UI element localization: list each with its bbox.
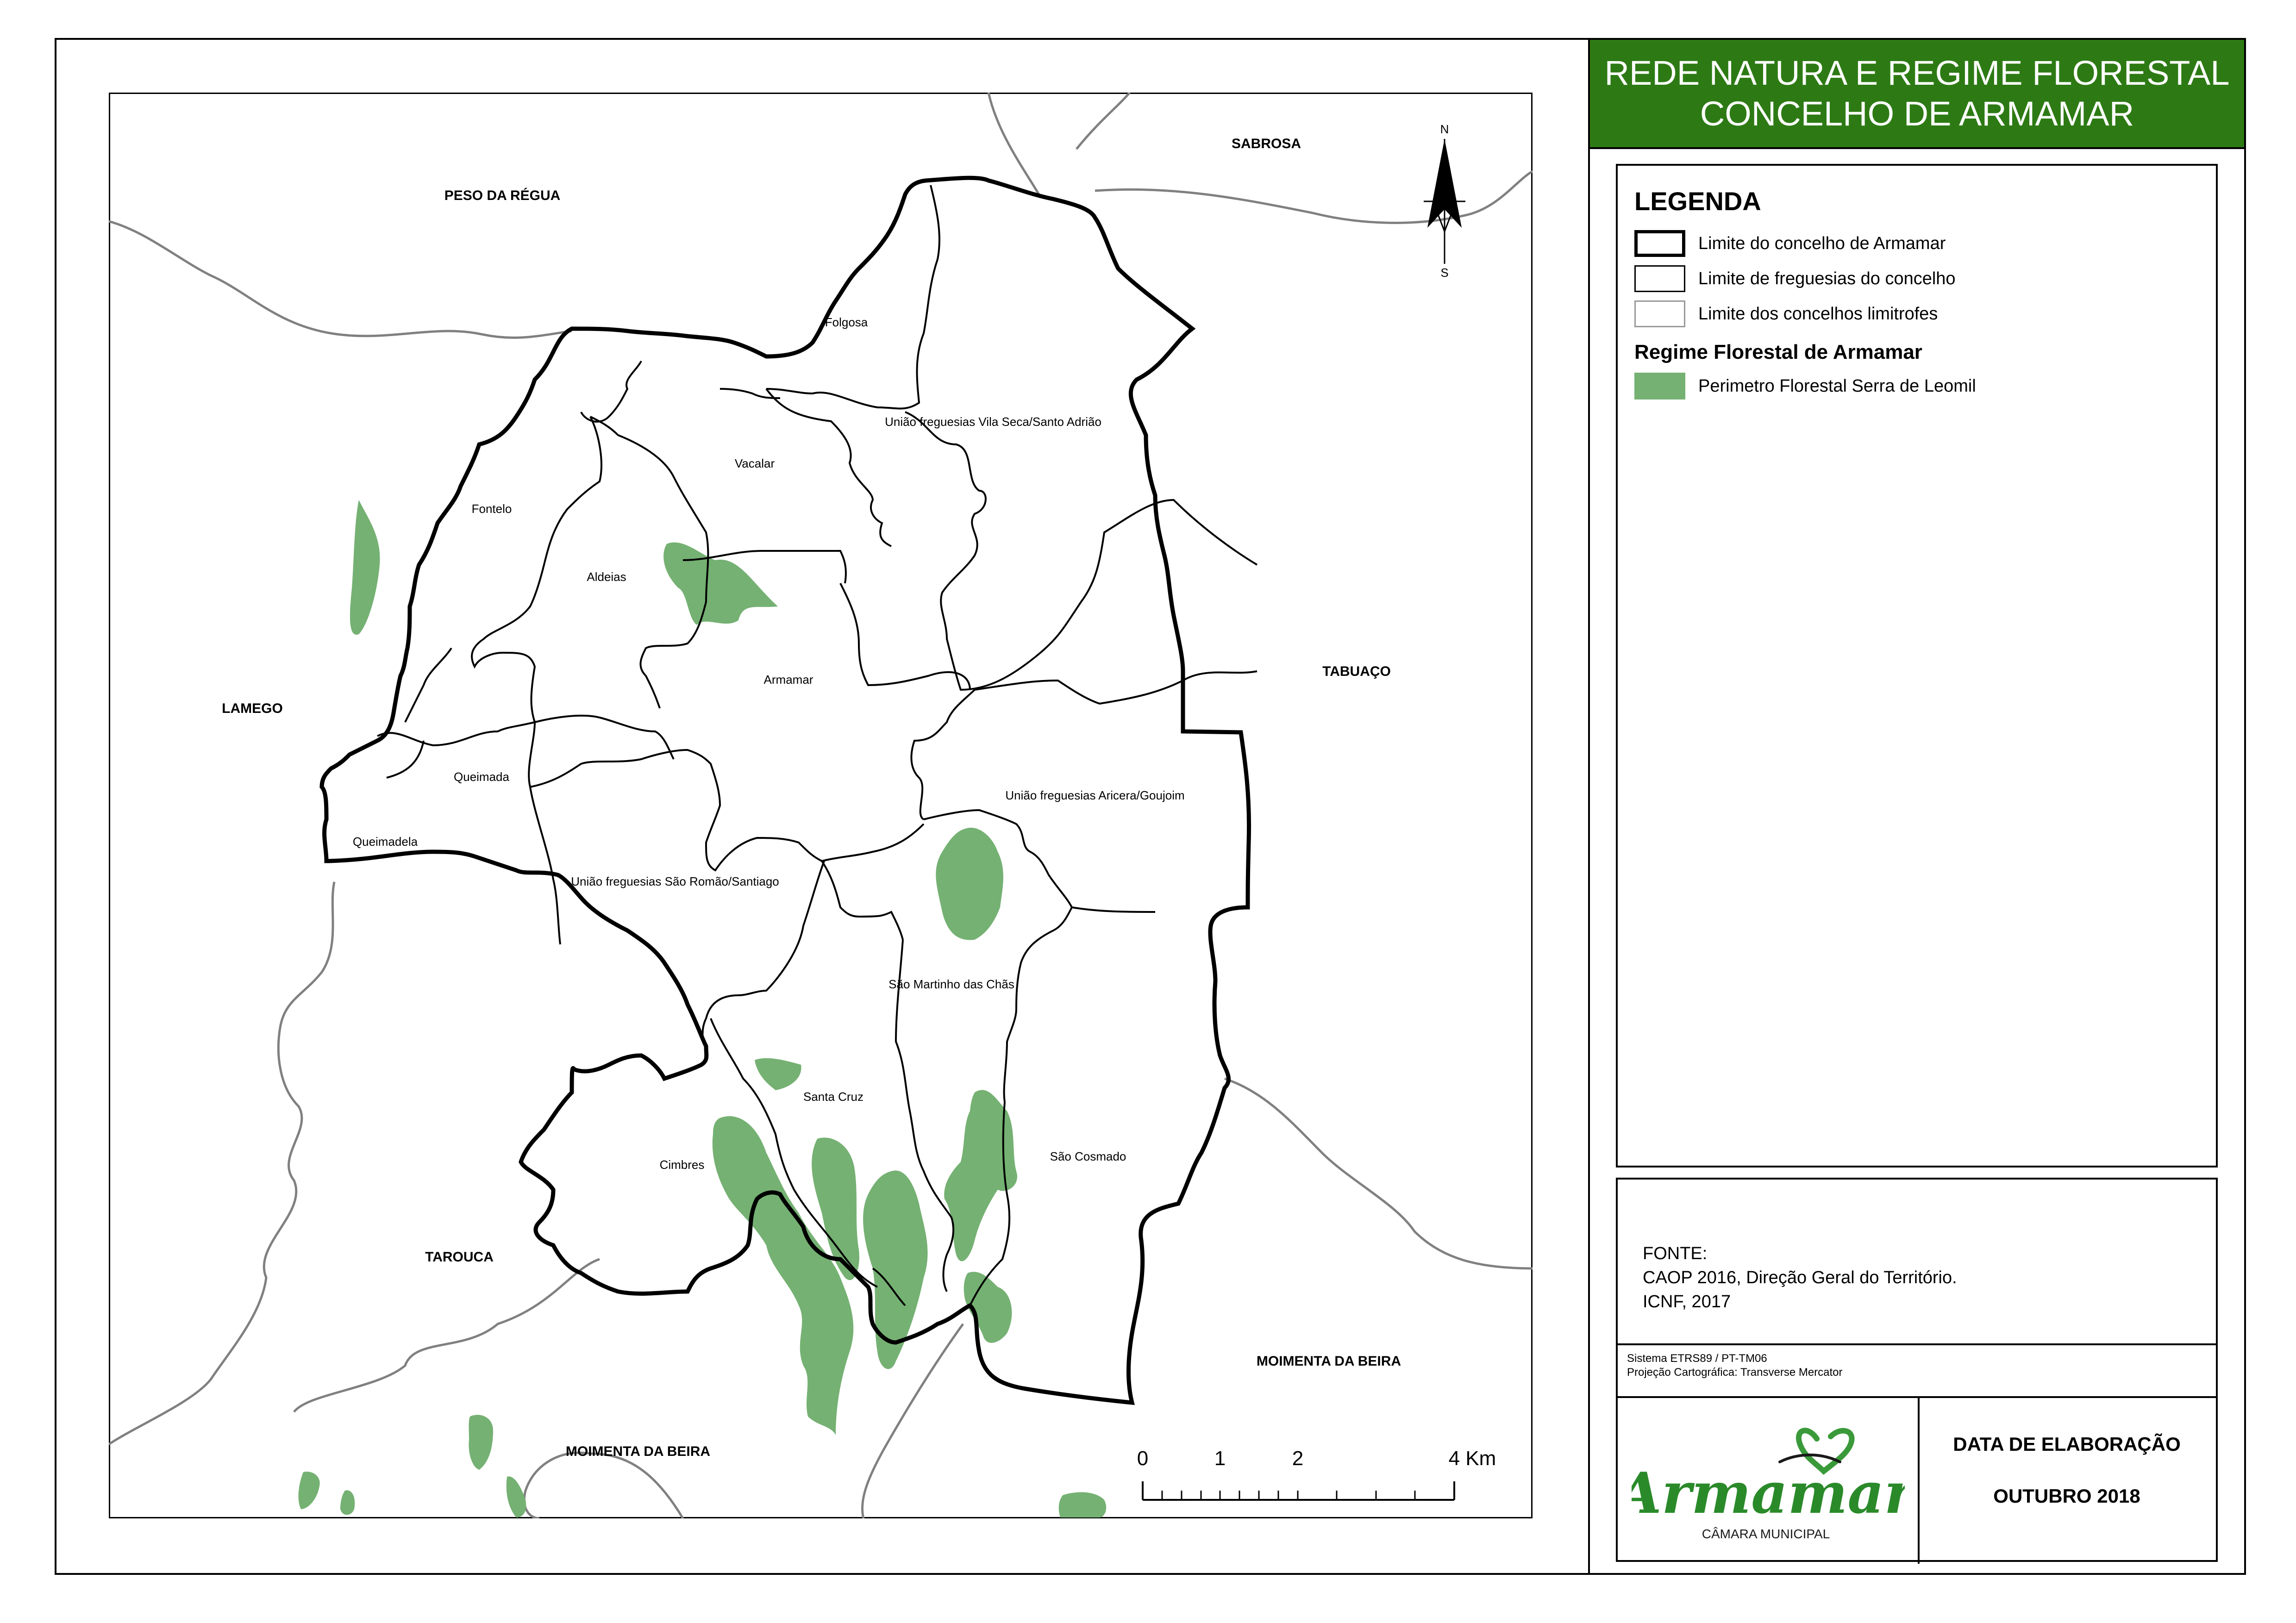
title-banner: REDE NATURA E REGIME FLORESTAL CONCELHO … xyxy=(1590,40,2244,149)
map-canvas[interactable]: PESO DA RÉGUA SABROSA LAMEGO TABUAÇO TAR… xyxy=(109,93,1533,1518)
label-sao-cosmado: São Cosmado xyxy=(1050,1149,1126,1163)
label-moimenta-south: MOIMENTA DA BEIRA xyxy=(566,1444,710,1459)
logo-wordmark: Armamar xyxy=(1632,1460,1905,1526)
date-value: OUTUBRO 2018 xyxy=(1993,1485,2140,1507)
panel-divider xyxy=(1588,38,1590,1575)
date-label: DATA DE ELABORAÇÃO xyxy=(1953,1433,2181,1455)
label-vila-seca: União freguesias Vila Seca/Santo Adrião xyxy=(885,415,1101,429)
legend-item-neighbour: Limite dos concelhos limitrofes xyxy=(1634,300,1938,328)
projection-line-1: Sistema ETRS89 / PT-TM06 xyxy=(1627,1352,1767,1365)
label-folgosa: Folgosa xyxy=(825,315,868,329)
label-peso-da-regua: PESO DA RÉGUA xyxy=(444,187,561,203)
label-aricera: União freguesias Aricera/Goujoim xyxy=(1005,788,1184,802)
north-label: N xyxy=(1440,122,1449,136)
label-armamar: Armamar xyxy=(764,673,813,687)
logo-tagline: CÂMARA MUNICIPAL xyxy=(1702,1527,1830,1541)
legend-label: Limite de freguesias do concelho xyxy=(1698,268,1956,288)
legend-item-parish: Limite de freguesias do concelho xyxy=(1634,265,1956,293)
label-sao-romao: União freguesias São Romão/Santiago xyxy=(571,874,779,888)
info-panel: FONTE: CAOP 2016, Direção Geral do Terri… xyxy=(1613,1178,2218,1564)
legend-label: Limite dos concelhos limitrofes xyxy=(1698,304,1938,324)
label-cimbres: Cimbres xyxy=(660,1158,705,1172)
scale-tick-4: 4 Km xyxy=(1449,1447,1496,1470)
projection-line-2: Projeção Cartográfica: Transverse Mercat… xyxy=(1627,1366,1843,1379)
label-tarouca: TAROUCA xyxy=(425,1249,494,1265)
forest-swatch xyxy=(1634,373,1685,400)
legend-item-forest: Perimetro Florestal Serra de Leomil xyxy=(1634,372,1976,400)
label-moimenta-east: MOIMENTA DA BEIRA xyxy=(1257,1354,1401,1369)
label-aldeias: Aldeias xyxy=(587,570,626,584)
divider xyxy=(1918,1396,1920,1564)
armamar-logo: Armamar CÂMARA MUNICIPAL xyxy=(1613,1420,1917,1550)
neighbour-border-swatch xyxy=(1634,300,1685,327)
municipality-border-swatch xyxy=(1634,230,1685,257)
label-fontelo: Fontelo xyxy=(472,502,512,516)
scale-tick-2: 2 xyxy=(1292,1447,1303,1470)
scale-tick-1: 1 xyxy=(1214,1447,1226,1470)
label-santa-cruz: Santa Cruz xyxy=(803,1090,863,1104)
legend-heading: LEGENDA xyxy=(1634,187,1761,216)
title-line-1: REDE NATURA E REGIME FLORESTAL xyxy=(1604,54,2230,92)
divider xyxy=(1618,1396,2216,1398)
label-tabuaco: TABUAÇO xyxy=(1322,664,1391,679)
label-queimada: Queimada xyxy=(454,770,509,784)
legend-label: Limite do concelho de Armamar xyxy=(1698,233,1946,253)
legend-item-municipality: Limite do concelho de Armamar xyxy=(1634,230,1946,257)
legend-label: Perimetro Florestal Serra de Leomil xyxy=(1698,376,1976,396)
south-label: S xyxy=(1440,266,1448,280)
legend-subheading: Regime Florestal de Armamar xyxy=(1634,341,1922,363)
source-heading: FONTE: xyxy=(1643,1244,1708,1263)
title-line-2: CONCELHO DE ARMAMAR xyxy=(1700,94,2134,133)
source-line-2: ICNF, 2017 xyxy=(1643,1292,1731,1311)
scale-tick-0: 0 xyxy=(1137,1447,1148,1470)
label-queimadela: Queimadela xyxy=(353,835,418,849)
source-line-1: CAOP 2016, Direção Geral do Território. xyxy=(1643,1268,1957,1287)
source-block: FONTE: CAOP 2016, Direção Geral do Terri… xyxy=(1643,1242,1957,1314)
projection-block: Sistema ETRS89 / PT-TM06 Projeção Cartog… xyxy=(1627,1352,1843,1380)
label-vacalar: Vacalar xyxy=(735,456,775,470)
label-lamego: LAMEGO xyxy=(222,701,283,716)
label-sabrosa: SABROSA xyxy=(1232,136,1301,151)
label-sao-martinho: São Martinho das Chãs xyxy=(888,977,1014,991)
parish-border-swatch xyxy=(1634,265,1685,292)
legend-panel: LEGENDA Limite do concelho de Armamar Li… xyxy=(1616,164,2218,1167)
divider xyxy=(1618,1343,2216,1345)
